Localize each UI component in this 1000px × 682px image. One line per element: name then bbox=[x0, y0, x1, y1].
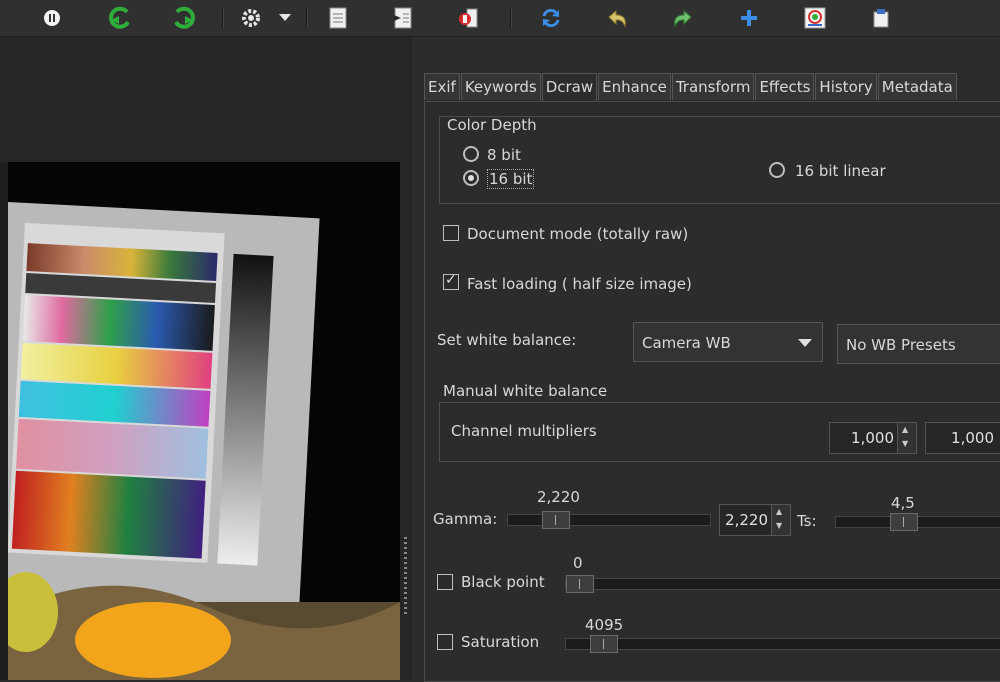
black-point-slider[interactable] bbox=[565, 575, 1000, 593]
gamma-slider-handle[interactable] bbox=[542, 511, 570, 529]
tab-transform[interactable]: Transform bbox=[671, 73, 755, 100]
gamma-spinbox[interactable]: 2,220 ▲ ▼ bbox=[719, 504, 791, 536]
tab-dcraw[interactable]: Dcraw bbox=[541, 73, 598, 102]
gamma-value-label: 2,220 bbox=[537, 488, 580, 506]
saturation-slider[interactable] bbox=[565, 635, 1000, 653]
document-mode-label: Document mode (totally raw) bbox=[467, 225, 689, 243]
white-balance-label: Set white balance: bbox=[437, 331, 577, 349]
settings-panel: Exif Keywords Dcraw Enhance Transform Ef… bbox=[412, 37, 1000, 682]
undo-icon[interactable] bbox=[604, 6, 630, 30]
radio-8bit-label: 8 bit bbox=[487, 146, 521, 164]
redo-icon[interactable] bbox=[670, 6, 696, 30]
tab-exif[interactable]: Exif bbox=[424, 73, 460, 100]
export-icon[interactable] bbox=[456, 6, 482, 30]
ts-slider-handle[interactable] bbox=[890, 513, 918, 531]
ts-value-label: 4,5 bbox=[891, 494, 915, 512]
gear-icon[interactable] bbox=[238, 6, 264, 30]
white-balance-select[interactable]: Camera WB bbox=[633, 322, 823, 362]
ts-label: Ts: bbox=[797, 512, 817, 530]
white-balance-value: Camera WB bbox=[642, 334, 731, 352]
image-viewer bbox=[0, 37, 400, 680]
refresh-icon[interactable] bbox=[538, 6, 564, 30]
manual-wb-title: Manual white balance bbox=[443, 382, 608, 400]
radio-16bit-linear[interactable] bbox=[769, 162, 785, 178]
chevron-down-icon bbox=[798, 339, 812, 347]
panel-splitter[interactable] bbox=[400, 37, 412, 680]
saturation-slider-handle[interactable] bbox=[590, 635, 618, 653]
rotate-left-icon[interactable] bbox=[106, 6, 134, 30]
radio-16bit-linear-label: 16 bit linear bbox=[795, 162, 886, 180]
info-icon[interactable] bbox=[40, 6, 64, 30]
radio-16bit[interactable] bbox=[463, 170, 479, 186]
color-depth-title: Color Depth bbox=[447, 116, 537, 134]
add-icon[interactable] bbox=[736, 6, 762, 30]
photo-canvas bbox=[0, 162, 400, 680]
black-point-label: Black point bbox=[461, 573, 545, 591]
fast-loading-label: Fast loading ( half size image) bbox=[467, 275, 692, 293]
clipboard-icon[interactable] bbox=[868, 6, 894, 30]
ts-slider[interactable] bbox=[835, 513, 1000, 531]
black-point-checkbox[interactable] bbox=[437, 574, 453, 590]
saturation-value: 4095 bbox=[585, 616, 624, 634]
tab-enhance[interactable]: Enhance bbox=[598, 73, 671, 100]
dcraw-tab-content: Color Depth 8 bit 16 bit 16 bit linear D… bbox=[424, 101, 1000, 682]
dropdown-arrow-icon[interactable] bbox=[278, 6, 292, 30]
black-point-slider-handle[interactable] bbox=[566, 575, 594, 593]
saturation-label: Saturation bbox=[461, 633, 540, 651]
rotate-right-icon[interactable] bbox=[170, 6, 198, 30]
wb-presets-select[interactable]: No WB Presets bbox=[837, 324, 1000, 364]
fast-loading-checkbox[interactable] bbox=[443, 272, 459, 290]
multiplier-1-spinbox[interactable]: 1,000 ▲ ▼ bbox=[829, 422, 917, 454]
wb-presets-value: No WB Presets bbox=[846, 336, 956, 354]
toolbar bbox=[0, 0, 1000, 37]
saturation-checkbox[interactable] bbox=[437, 634, 453, 650]
import-icon[interactable] bbox=[390, 6, 416, 30]
black-point-value: 0 bbox=[573, 554, 583, 572]
channel-multipliers-label: Channel multipliers bbox=[451, 422, 597, 440]
color-chart-icon[interactable] bbox=[802, 6, 828, 30]
tab-effects[interactable]: Effects bbox=[755, 73, 815, 100]
viewer-background bbox=[0, 37, 400, 162]
document-icon[interactable] bbox=[326, 6, 350, 30]
gamma-label: Gamma: bbox=[433, 510, 498, 528]
radio-8bit[interactable] bbox=[463, 146, 479, 162]
gamma-slider[interactable] bbox=[507, 511, 711, 529]
document-mode-checkbox[interactable] bbox=[443, 225, 459, 241]
tab-bar: Exif Keywords Dcraw Enhance Transform Ef… bbox=[424, 73, 958, 102]
multiplier-2-spinbox[interactable]: 1,000 bbox=[925, 422, 1000, 454]
tab-history[interactable]: History bbox=[815, 73, 877, 100]
tab-keywords[interactable]: Keywords bbox=[460, 73, 541, 100]
radio-16bit-label: 16 bit bbox=[487, 169, 535, 189]
tab-metadata[interactable]: Metadata bbox=[877, 73, 957, 100]
